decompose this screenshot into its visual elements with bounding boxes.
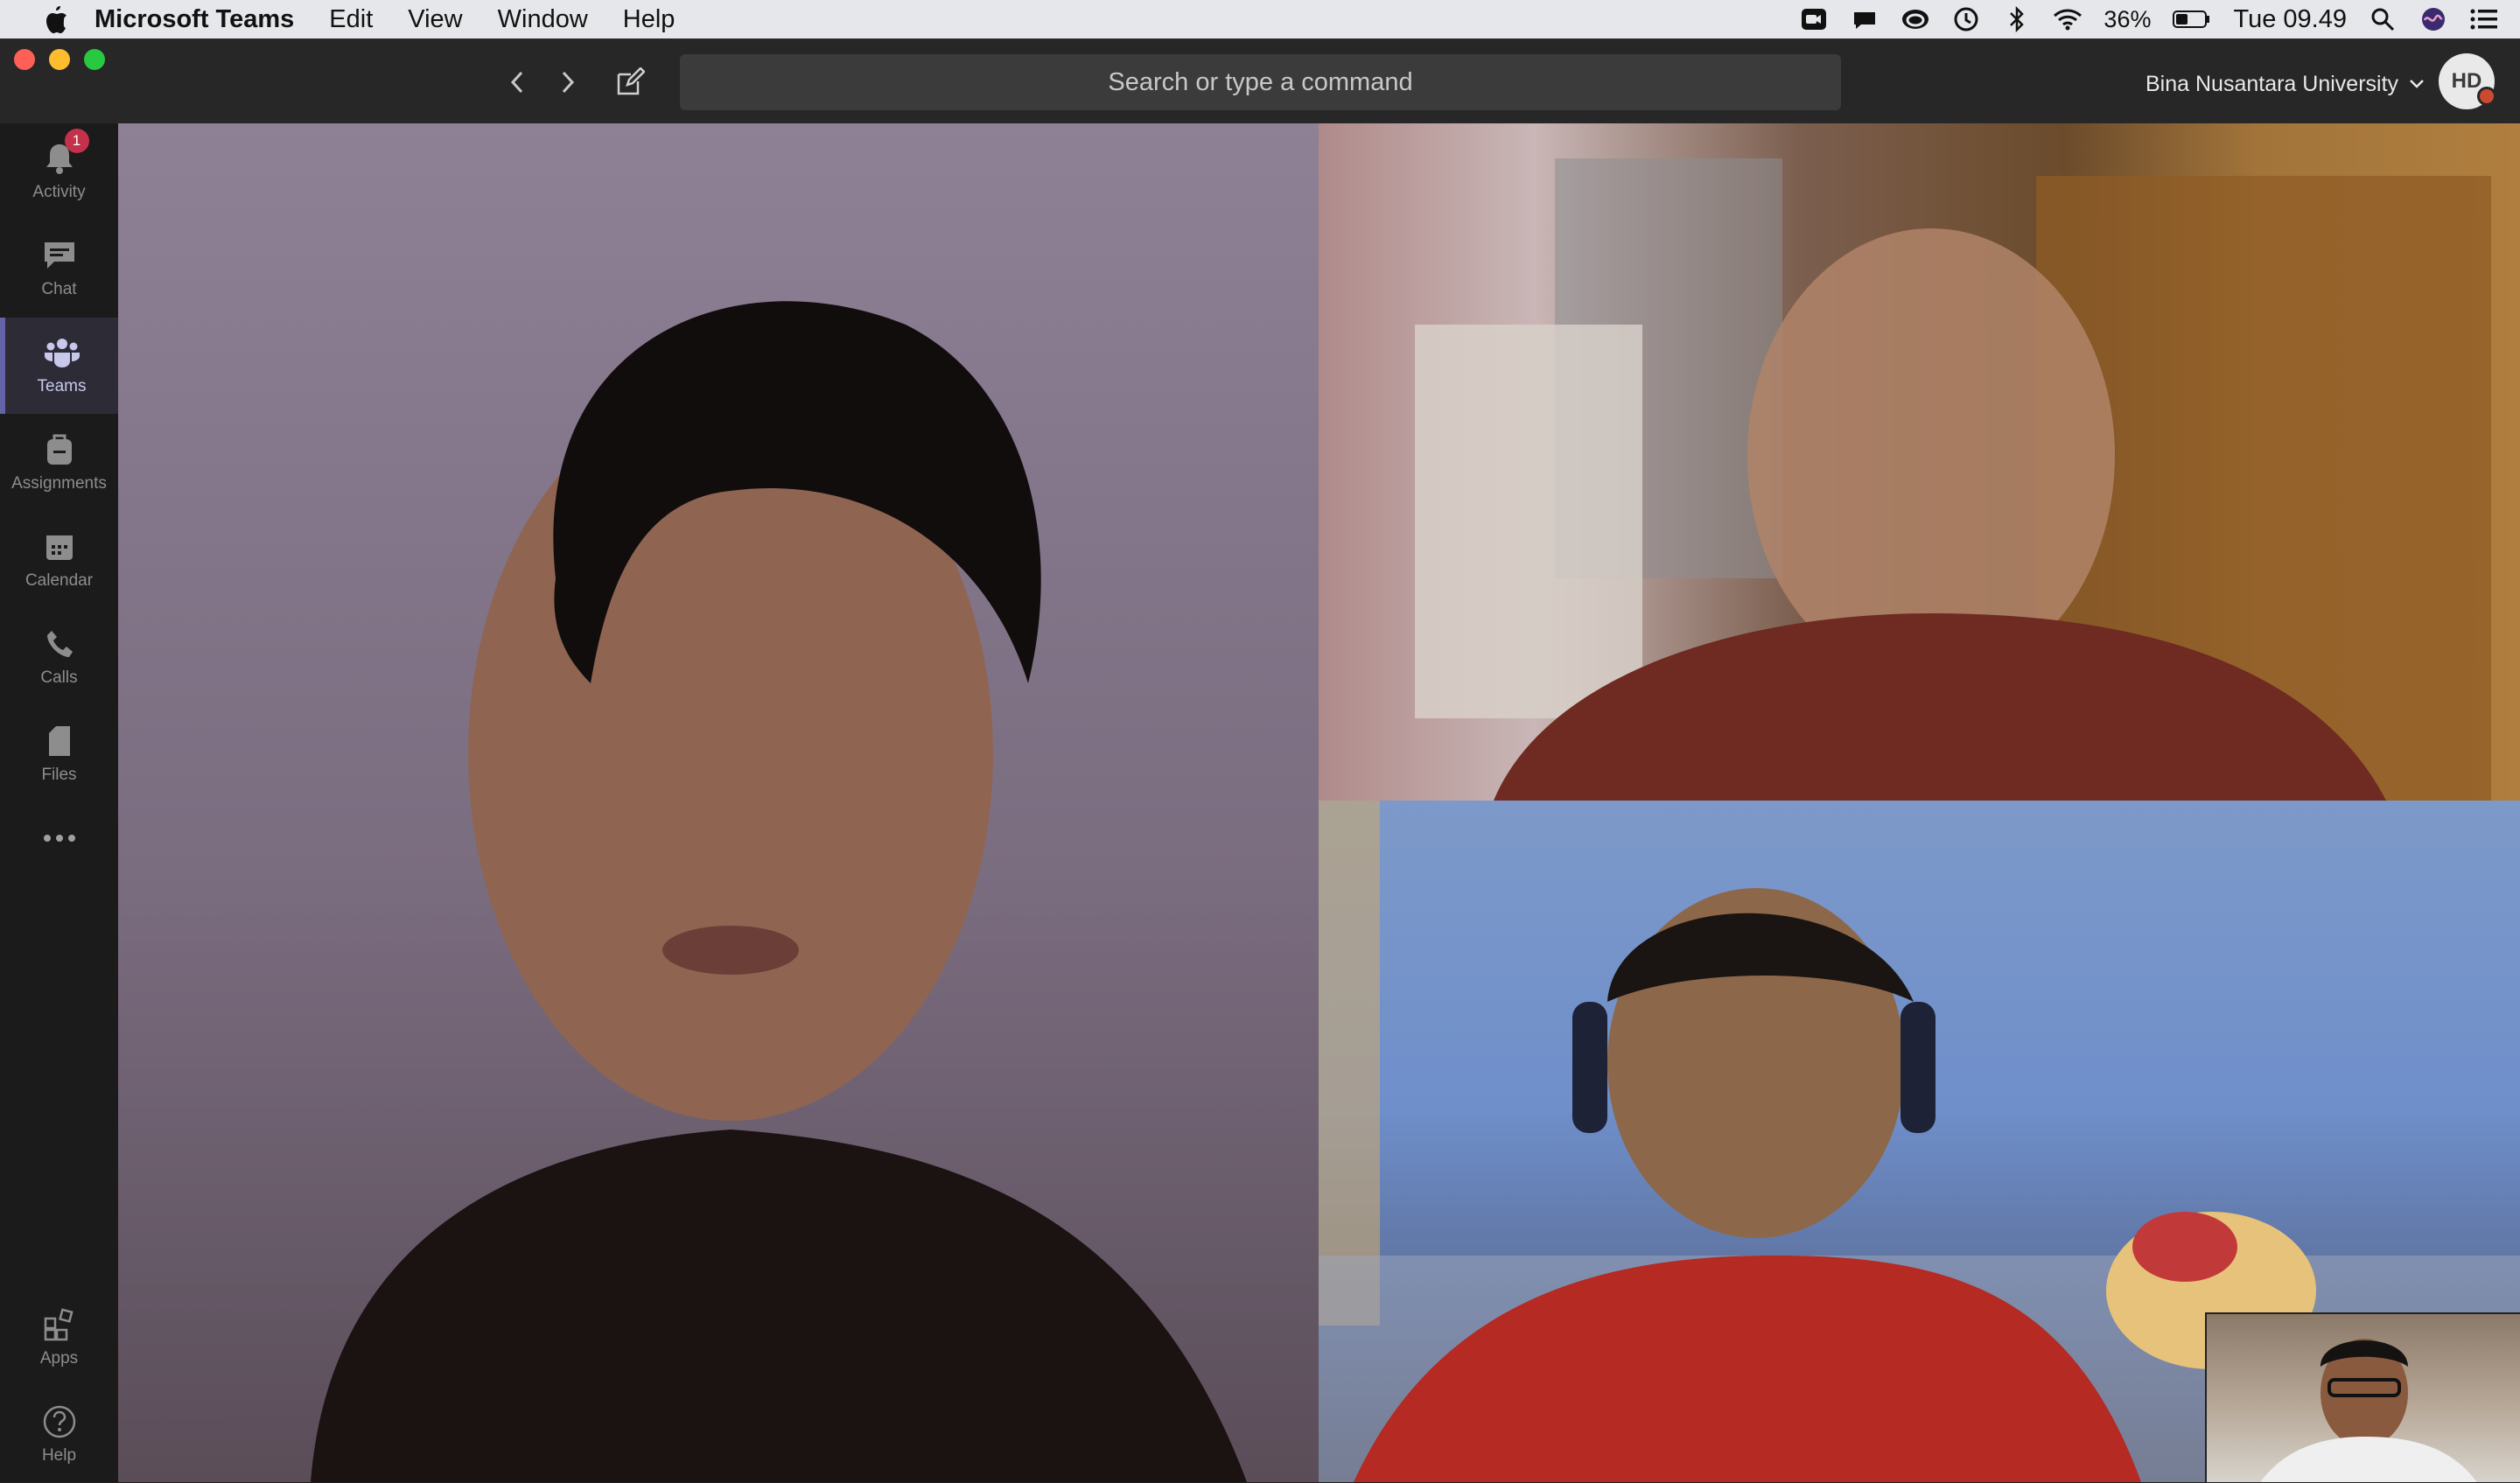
menu-window[interactable]: Window [498, 5, 588, 34]
search-input[interactable]: Search or type a command [680, 54, 1841, 110]
forward-button[interactable] [550, 65, 585, 100]
menu-help[interactable]: Help [623, 5, 676, 34]
teams-icon [44, 339, 80, 367]
backpack-icon [46, 434, 72, 465]
control-list-icon[interactable] [2469, 6, 2499, 32]
apple-logo-icon[interactable] [32, 4, 80, 34]
chevron-left-icon [510, 71, 523, 94]
apps-icon [44, 1308, 74, 1341]
new-chat-button[interactable] [612, 65, 648, 100]
creative-cloud-icon[interactable] [1900, 6, 1930, 32]
meeting-stage [118, 123, 2520, 1482]
battery-icon[interactable] [2172, 6, 2212, 32]
rail-item-activity[interactable]: 1 Activity [0, 123, 118, 220]
rail-item-apps[interactable]: Apps [0, 1290, 118, 1386]
chevron-right-icon [562, 71, 575, 94]
rail-label-assignments: Assignments [11, 474, 107, 493]
wifi-icon[interactable] [2053, 6, 2082, 32]
app-rail: 1 Activity Chat Teams Assignments Calend… [0, 123, 118, 1482]
rail-label-chat: Chat [41, 280, 77, 298]
participant-video-feed [311, 301, 1247, 1482]
rail-label-activity: Activity [32, 183, 86, 201]
menu-edit[interactable]: Edit [329, 5, 373, 34]
window-close-button[interactable] [14, 49, 35, 70]
spotlight-search-icon[interactable] [2368, 6, 2398, 32]
time-machine-icon[interactable] [1951, 6, 1981, 32]
presence-status-dot [2477, 87, 2496, 106]
self-video-preview[interactable] [2205, 1312, 2520, 1482]
participant-video-feed [1415, 158, 2491, 801]
rail-item-assignments[interactable]: Assignments [0, 415, 118, 511]
more-dots-icon [43, 835, 75, 842]
search-placeholder: Search or type a command [1108, 67, 1413, 96]
rail-label-files: Files [41, 766, 77, 784]
participant-video-tile[interactable] [1319, 123, 2520, 801]
phone-icon [46, 631, 73, 657]
rail-more-button[interactable] [0, 803, 118, 873]
notification-center-icon[interactable] [1850, 6, 1880, 32]
rail-label-calls: Calls [40, 668, 78, 687]
rail-item-chat[interactable]: Chat [0, 220, 118, 317]
window-zoom-button[interactable] [84, 49, 105, 70]
chevron-down-icon [2410, 80, 2424, 88]
chat-icon [44, 242, 74, 269]
org-switcher[interactable]: Bina Nusantara University [2146, 66, 2425, 101]
participant-video-tile[interactable] [118, 123, 1319, 1482]
macos-menubar: Microsoft Teams Edit View Window Help 36… [0, 0, 2520, 38]
calendar-icon [46, 535, 73, 560]
rail-label-apps: Apps [39, 1349, 79, 1368]
rail-item-calendar[interactable]: Calendar [0, 512, 118, 608]
window-minimize-button[interactable] [49, 49, 70, 70]
self-video-feed [2260, 1339, 2477, 1482]
rail-label-help: Help [41, 1446, 77, 1465]
rail-label-teams: Teams [37, 377, 87, 395]
rail-item-help[interactable]: Help [0, 1387, 118, 1483]
rail-label-calendar: Calendar [24, 571, 94, 590]
org-name: Bina Nusantara University [2146, 71, 2399, 96]
video-camera-icon[interactable] [1799, 6, 1829, 32]
activity-badge: 1 [64, 129, 89, 153]
siri-icon[interactable] [2418, 6, 2448, 32]
menubar-clock[interactable]: Tue 09.49 [2233, 5, 2347, 34]
menu-app-name[interactable]: Microsoft Teams [94, 5, 294, 34]
menu-view[interactable]: View [408, 5, 462, 34]
battery-percentage: 36% [2104, 5, 2152, 32]
rail-item-teams[interactable]: Teams [0, 318, 118, 414]
compose-icon [617, 67, 645, 95]
teams-titlebar: Search or type a command Bina Nusantara … [0, 38, 2520, 123]
rail-item-files[interactable]: Files [0, 706, 118, 802]
avatar[interactable]: HD [2439, 53, 2496, 109]
bluetooth-icon[interactable] [2002, 6, 2032, 32]
back-button[interactable] [500, 65, 535, 100]
avatar-initials: HD [2451, 69, 2482, 93]
help-icon [43, 1405, 75, 1438]
rail-item-calls[interactable]: Calls [0, 609, 118, 705]
file-icon [48, 726, 70, 756]
